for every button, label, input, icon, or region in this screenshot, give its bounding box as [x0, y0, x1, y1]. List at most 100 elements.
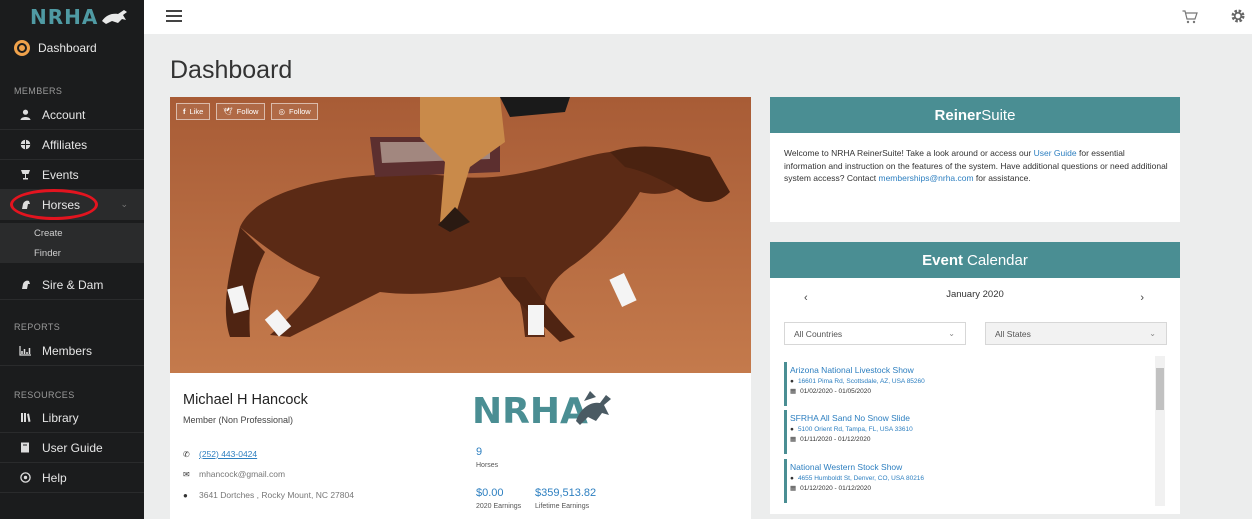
library-icon — [18, 411, 32, 425]
state-select-value: All States — [995, 328, 1031, 339]
instagram-follow-button[interactable]: ◎ Follow — [271, 103, 318, 120]
list-item[interactable]: Arizona National Livestock Show ● 16601 P… — [784, 362, 1154, 406]
sidebar-logo[interactable]: NRHA — [0, 0, 144, 34]
state-select[interactable]: All States ⌄ — [985, 322, 1167, 345]
profile-card: Michael H Hancock Member (Non Profession… — [170, 373, 751, 519]
sidebar-item-help[interactable]: Help — [0, 463, 144, 493]
address-text: 3641 Dortches , Rocky Mount, NC 27804 — [199, 490, 354, 500]
phone-link[interactable]: (252) 443-0424 — [199, 449, 257, 459]
earnings-2020: $0.00 — [476, 487, 504, 499]
member-type: Member (Non Professional) — [183, 415, 294, 425]
sidebar-item-label: Events — [42, 167, 79, 182]
sidebar-item-horses[interactable]: Horses ⌄ — [0, 190, 144, 220]
facebook-icon: f — [183, 107, 186, 116]
event-title[interactable]: Arizona National Livestock Show — [790, 365, 1154, 375]
lifetime-earnings-label: Lifetime Earnings — [535, 503, 590, 510]
reinersuite-panel: Reiner Suite Welcome to NRHA ReinerSuite!… — [770, 97, 1180, 222]
member-name: Michael H Hancock — [183, 392, 308, 408]
event-address[interactable]: 4655 Humboldt St, Denver, CO, USA 80216 — [798, 475, 924, 482]
calendar-month: January 2020 — [946, 289, 1004, 300]
chevron-down-icon[interactable]: ⌄ — [120, 199, 128, 210]
instagram-icon: ◎ — [278, 107, 286, 116]
event-calendar-panel: Event Calendar ‹ January 2020 › All Coun… — [770, 242, 1180, 514]
scrollbar-thumb[interactable] — [1156, 368, 1164, 410]
sidebar-item-label: Affiliates — [42, 137, 88, 152]
event-address[interactable]: 16601 Pima Rd, Scottsdale, AZ, USA 85260 — [798, 378, 925, 385]
event-title[interactable]: National Western Stock Show — [790, 462, 1154, 472]
next-month-button[interactable]: › — [1140, 292, 1144, 304]
globe-icon — [18, 138, 32, 152]
list-item[interactable]: National Western Stock Show ● 4655 Humbol… — [784, 459, 1154, 503]
user-icon — [18, 108, 32, 122]
sidebar-item-user-guide[interactable]: User Guide — [0, 433, 144, 463]
earnings-2020-label: 2020 Earnings — [476, 503, 522, 510]
section-resources: RESOURCES — [14, 390, 75, 400]
sidebar-item-label: Help — [42, 470, 67, 485]
sidebar-item-label: Sire & Dam — [42, 277, 104, 292]
social-buttons: f Like 🕊 Follow ◎ Follow — [176, 103, 318, 120]
sidebar-item-dashboard[interactable]: Dashboard — [0, 34, 144, 62]
sidebar-subitem-finder[interactable]: Finder — [0, 243, 144, 263]
sidebar-item-affiliates[interactable]: Affiliates — [0, 130, 144, 160]
sidebar-item-account[interactable]: Account — [0, 100, 144, 130]
section-members: MEMBERS — [14, 86, 63, 96]
follow-label: Follow — [289, 107, 311, 116]
horses-count[interactable]: 9 — [476, 446, 482, 458]
nrha-logo-text: NRHA — [472, 391, 588, 432]
sidebar-item-members[interactable]: Members — [0, 336, 144, 366]
sidebar-item-label: Dashboard — [38, 41, 97, 55]
menu-icon[interactable] — [166, 10, 182, 22]
event-list-scrollbar[interactable] — [1155, 356, 1165, 506]
user-guide-link[interactable]: User Guide — [1034, 148, 1077, 158]
sidebar-item-label: Account — [42, 107, 86, 122]
calendar-icon: ▦ — [790, 436, 797, 443]
sidebar-item-library[interactable]: Library — [0, 403, 144, 433]
reinersuite-title-bold: Reiner — [934, 106, 982, 124]
sidebar-subitem-create[interactable]: Create — [0, 223, 144, 243]
chevron-down-icon: ⌄ — [1149, 329, 1156, 338]
horse-icon — [18, 278, 32, 292]
calendar-title-light: Calendar — [966, 251, 1028, 269]
location-icon: ● — [790, 475, 794, 482]
horse-icon — [18, 198, 32, 212]
horse-logo-icon — [102, 10, 128, 24]
logo-text: NRHA — [30, 5, 99, 29]
sidebar-item-label: Members — [42, 343, 93, 358]
twitter-follow-button[interactable]: 🕊 Follow — [216, 103, 266, 120]
reinersuite-title-light: Suite — [981, 106, 1016, 124]
chart-icon — [18, 344, 32, 358]
calendar-icon: ▦ — [790, 388, 797, 395]
email-row: ✉ mhancock@gmail.com — [183, 469, 285, 479]
sidebar-item-label: Library — [42, 410, 79, 425]
phone-icon: ✆ — [183, 449, 190, 459]
trophy-icon — [18, 168, 32, 182]
event-address[interactable]: 5100 Orient Rd, Tampa, FL, USA 33610 — [798, 426, 913, 433]
event-dates: 01/02/2020 - 01/05/2020 — [800, 388, 871, 395]
address-row: ● 3641 Dortches , Rocky Mount, NC 27804 — [183, 490, 354, 500]
location-icon: ● — [790, 426, 794, 433]
calendar-navigation: ‹ January 2020 › — [770, 278, 1180, 318]
reinersuite-header: Reiner Suite — [770, 97, 1180, 133]
list-item[interactable]: SFRHA All Sand No Snow Slide ● 5100 Orien… — [784, 410, 1154, 454]
event-calendar-header: Event Calendar — [770, 242, 1180, 278]
sidebar-item-sire-dam[interactable]: Sire & Dam — [0, 270, 144, 300]
welcome-text-part: Welcome to NRHA ReinerSuite! Take a look… — [784, 148, 1034, 158]
follow-label: Follow — [236, 107, 259, 116]
calendar-icon: ▦ — [790, 485, 797, 492]
sidebar: NRHA Dashboard MEMBERS Account Affiliate… — [0, 0, 144, 519]
country-select-value: All Countries — [794, 328, 843, 339]
facebook-like-button[interactable]: f Like — [176, 103, 211, 120]
cart-icon[interactable] — [1182, 10, 1198, 24]
section-reports: REPORTS — [14, 322, 61, 332]
email-icon: ✉ — [183, 469, 190, 479]
event-dates: 01/12/2020 - 01/12/2020 — [800, 485, 871, 492]
gear-icon[interactable] — [1230, 8, 1246, 24]
memberships-email-link[interactable]: memberships@nrha.com — [878, 173, 973, 183]
nrha-logo: NRHA — [472, 391, 611, 432]
event-title[interactable]: SFRHA All Sand No Snow Slide — [790, 413, 1154, 423]
welcome-text-part: for assistance. — [973, 173, 1031, 183]
country-select[interactable]: All Countries ⌄ — [784, 322, 966, 345]
horses-label: Horses — [476, 462, 499, 469]
calendar-title-bold: Event — [922, 251, 963, 269]
sidebar-item-events[interactable]: Events — [0, 160, 144, 190]
